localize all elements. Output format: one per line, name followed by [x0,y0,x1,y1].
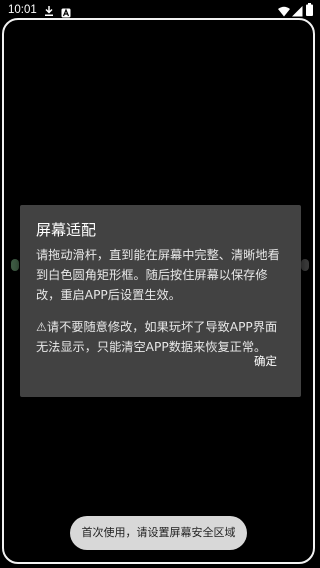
ok-button[interactable]: 确定 [252,351,279,371]
status-time: 10:01 [8,4,37,16]
screen-adapt-dialog: 屏幕适配 请拖动滑杆，直到能在屏幕中完整、清晰地看到白色圆角矩形框。随后按住屏幕… [20,205,301,397]
status-bar: 10:01 [0,0,320,20]
slider-handle-right[interactable] [301,259,309,271]
dialog-warning: ⚠请不要随意修改，如果玩坏了导致APP界面无法显示，只能清空APP数据来恢复正常… [36,320,278,354]
dialog-instructions: 请拖动滑杆，直到能在屏幕中完整、清晰地看到白色圆角矩形框。随后按住屏幕以保存修改… [36,248,280,302]
slider-handle-left[interactable] [11,259,19,271]
screen: 10:01 屏幕适配 请拖动滑杆，直到能在屏幕中完整、清晰地看到白色圆角矩形框。… [0,0,320,568]
dialog-title: 屏幕适配 [36,221,97,239]
toast-message: 首次使用，请设置屏幕安全区域 [70,516,247,550]
dialog-body: 请拖动滑杆，直到能在屏幕中完整、清晰地看到白色圆角矩形框。随后按住屏幕以保存修改… [36,245,288,357]
